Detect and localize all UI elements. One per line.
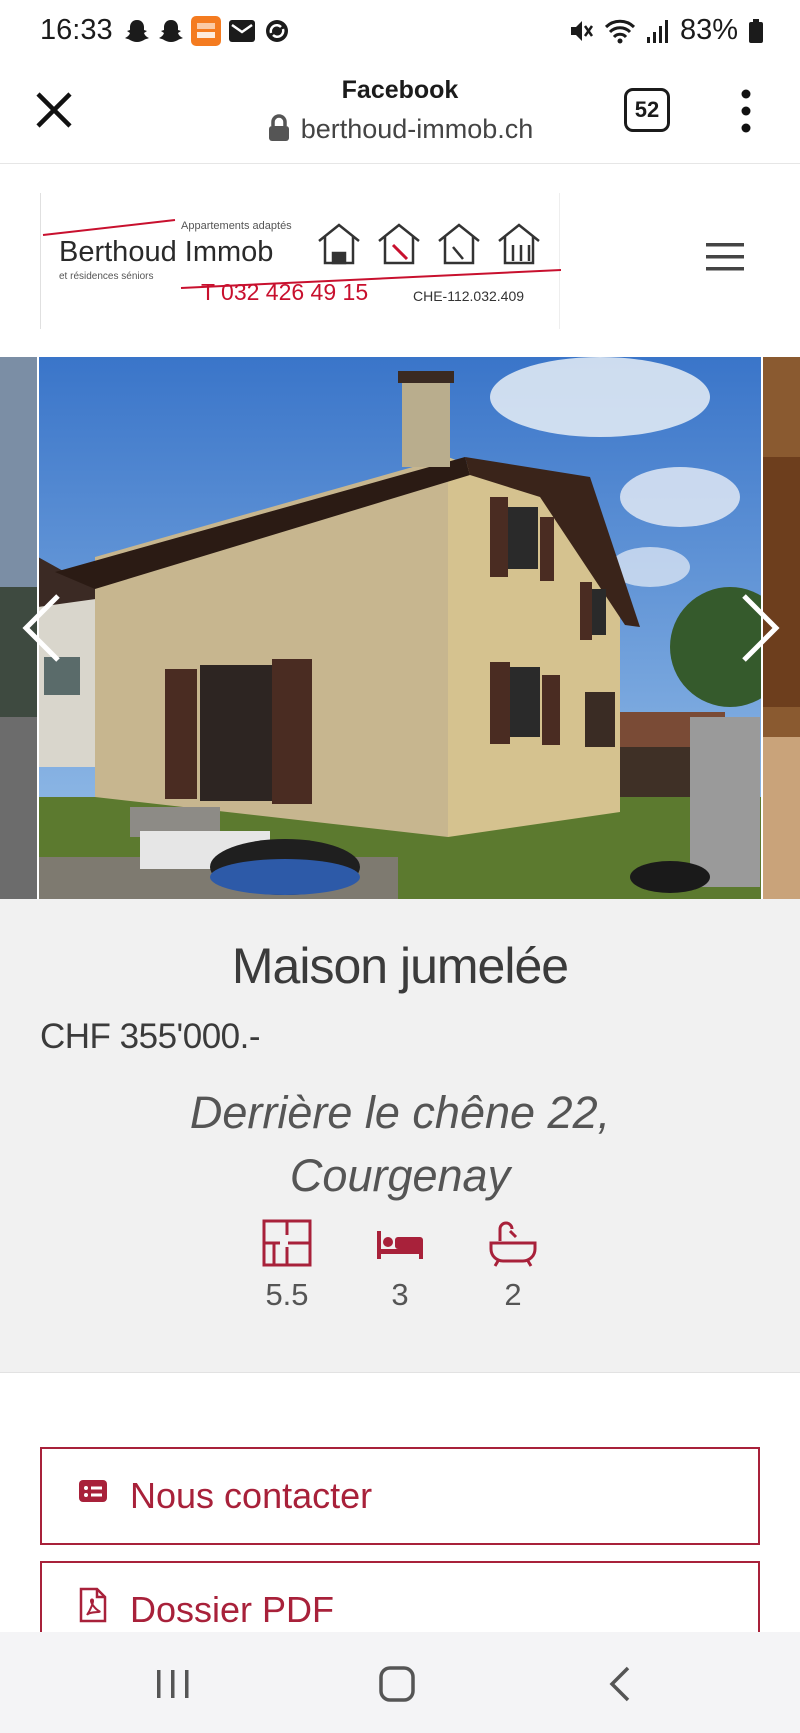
- logo-graphic: Appartements adaptés Berthoud Immob et r…: [42, 219, 562, 305]
- bathrooms-value: 2: [504, 1277, 522, 1312]
- contact-card-icon: [79, 1480, 107, 1502]
- back-icon[interactable]: [596, 1662, 646, 1706]
- sync-icon: [266, 20, 288, 42]
- property-address: Derrière le chêne 22, Courgenay: [100, 1081, 700, 1207]
- bathtub-icon: [489, 1221, 537, 1267]
- browser-toolbar: Facebook berthoud-immob.ch 52: [0, 62, 800, 164]
- gallery-next-arrow-icon[interactable]: [738, 592, 782, 664]
- address-line-1: Derrière le chêne 22,: [189, 1087, 611, 1138]
- status-time: 16:33: [40, 14, 113, 46]
- pdf-file-icon: [79, 1587, 107, 1623]
- bed-icon: [377, 1231, 423, 1259]
- system-navigation-bar: [0, 1632, 800, 1733]
- pdf-button-label: Dossier PDF: [130, 1589, 335, 1630]
- logo-uid: CHE-112.032.409: [413, 288, 524, 304]
- home-icon[interactable]: [372, 1662, 422, 1706]
- feature-bedrooms: 3: [355, 1219, 445, 1313]
- logo-tagline: Appartements adaptés: [181, 220, 292, 232]
- gallery-prev-arrow-icon[interactable]: [20, 592, 64, 664]
- url-text: berthoud-immob.ch: [300, 114, 534, 144]
- address-line-2: Courgenay: [289, 1150, 511, 1201]
- mute-icon: [570, 20, 593, 41]
- battery-icon: [749, 18, 763, 43]
- mail-icon: [229, 20, 255, 42]
- system-icons: 83%: [568, 14, 764, 47]
- house-photo: [0, 357, 800, 899]
- floor-plan-icon: [262, 1219, 312, 1267]
- notification-icons: [123, 16, 291, 46]
- feature-bathrooms: 2: [468, 1219, 558, 1313]
- signal-icon: [646, 19, 668, 43]
- snapchat-icon: [125, 20, 149, 42]
- logo-name: Berthoud Immob: [59, 236, 273, 268]
- more-options-icon[interactable]: [736, 86, 756, 136]
- browser-title: Facebook: [341, 76, 459, 104]
- recent-apps-icon[interactable]: [148, 1662, 198, 1706]
- property-actions: Nous contacter Dossier PDF: [0, 1374, 800, 1632]
- property-price: CHF 355'000.-: [40, 1017, 261, 1056]
- house-tools-icon: [318, 223, 540, 265]
- bedrooms-value: 3: [391, 1277, 409, 1312]
- status-bar: 16:33 83%: [0, 0, 800, 62]
- rooms-value: 5.5: [265, 1277, 309, 1312]
- site-logo[interactable]: Appartements adaptés Berthoud Immob et r…: [40, 193, 562, 329]
- logo-subtitle: et résidences séniors: [59, 271, 154, 282]
- feature-rooms: 5.5: [242, 1219, 332, 1313]
- lock-icon: [268, 114, 289, 141]
- battery-percent: 83%: [679, 14, 738, 46]
- contact-button[interactable]: Nous contacter: [40, 1447, 760, 1545]
- snapchat-icon: [159, 20, 183, 42]
- pdf-dossier-button[interactable]: Dossier PDF: [40, 1561, 760, 1632]
- logo-phone: T 032 426 49 15: [201, 279, 368, 305]
- property-title: Maison jumelée: [231, 938, 569, 994]
- photo-gallery[interactable]: [0, 357, 800, 899]
- property-details: Maison jumelée CHF 355'000.- Derrière le…: [0, 899, 800, 1373]
- temu-icon: [191, 16, 221, 46]
- site-header: Appartements adaptés Berthoud Immob et r…: [0, 165, 800, 357]
- hamburger-menu-icon[interactable]: [706, 241, 744, 273]
- tab-count-button[interactable]: 52: [624, 88, 670, 132]
- url-bar[interactable]: berthoud-immob.ch: [0, 114, 800, 145]
- wifi-icon: [604, 19, 636, 43]
- contact-button-label: Nous contacter: [130, 1475, 373, 1516]
